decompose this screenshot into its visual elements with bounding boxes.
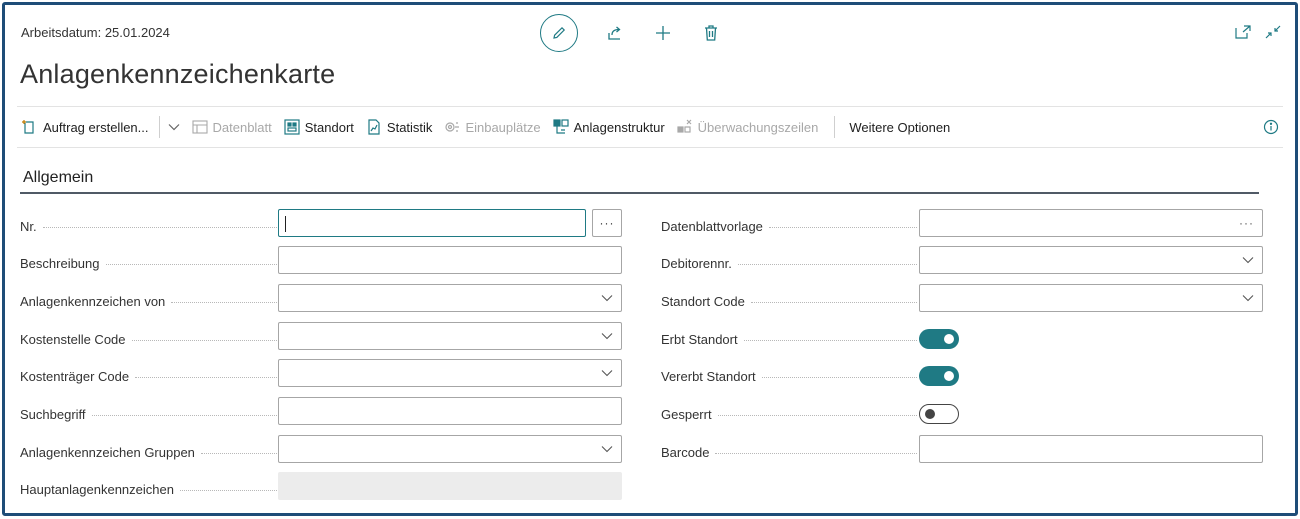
field-label-blocked: Gesperrt xyxy=(661,400,917,428)
statistics-icon xyxy=(366,119,382,135)
chevron-down-icon xyxy=(601,446,613,453)
datasheet-icon xyxy=(191,119,208,135)
installation-slots-action[interactable]: Einbauplätze xyxy=(444,119,541,135)
open-new-window-button[interactable] xyxy=(1235,25,1251,39)
ellipsis-icon: ··· xyxy=(599,216,615,230)
field-label-nr: Nr. xyxy=(20,212,277,240)
cost-center-select[interactable] xyxy=(278,322,622,350)
chevron-down-icon xyxy=(168,124,179,131)
chevron-down-icon xyxy=(1242,295,1254,302)
field-label-description: Beschreibung xyxy=(20,249,277,277)
more-options-label: Weitere Optionen xyxy=(849,119,951,135)
equipment-from-select[interactable] xyxy=(278,284,622,312)
ellipsis-icon[interactable]: ··· xyxy=(1239,216,1254,230)
field-label-passes-location: Vererbt Standort xyxy=(661,362,917,390)
toggle-knob xyxy=(944,371,954,381)
statistics-label: Statistik xyxy=(386,119,433,135)
top-actions xyxy=(540,13,722,53)
structure-icon xyxy=(553,119,569,135)
field-label-main-equipment: Hauptanlagenkennzeichen xyxy=(20,475,277,503)
nr-input[interactable] xyxy=(278,209,586,237)
installation-slots-label: Einbauplätze xyxy=(465,119,541,135)
action-bar: Auftrag erstellen... Datenblatt Standort xyxy=(17,106,1283,148)
barcode-input[interactable] xyxy=(919,435,1263,463)
toggle-knob xyxy=(944,334,954,344)
equipment-groups-select[interactable] xyxy=(278,435,622,463)
more-options-action[interactable]: Weitere Optionen xyxy=(849,120,950,135)
toggle-knob xyxy=(925,408,935,419)
field-label-equipment-from: Anlagenkennzeichen von xyxy=(20,287,277,315)
work-date: Arbeitsdatum: 25.01.2024 xyxy=(21,25,170,40)
create-order-action[interactable]: Auftrag erstellen... xyxy=(22,119,149,135)
main-equipment-field xyxy=(278,472,622,500)
monitoring-lines-label: Überwachungszeilen xyxy=(697,119,819,135)
section-divider xyxy=(20,192,1259,194)
field-label-search-term: Suchbegriff xyxy=(20,400,277,428)
collapse-button[interactable] xyxy=(1265,25,1281,39)
blocked-toggle[interactable] xyxy=(919,404,959,424)
location-icon xyxy=(284,119,300,135)
customer-no-select[interactable] xyxy=(919,246,1263,274)
datasheet-label: Datenblatt xyxy=(212,119,272,135)
nr-assist-button[interactable]: ··· xyxy=(592,209,622,237)
share-button[interactable] xyxy=(604,22,626,44)
cost-object-select[interactable] xyxy=(278,359,622,387)
field-label-customer-no: Debitorennr. xyxy=(661,249,917,277)
field-label-cost-center: Kostenstelle Code xyxy=(20,325,277,353)
share-icon xyxy=(608,26,621,40)
description-input[interactable] xyxy=(278,246,622,274)
new-button[interactable] xyxy=(652,22,674,44)
new-document-icon xyxy=(22,119,38,135)
delete-button[interactable] xyxy=(700,22,722,44)
datasheet-template-lookup[interactable]: ··· xyxy=(919,209,1263,237)
create-order-label: Auftrag erstellen... xyxy=(43,119,149,135)
page-frame: Arbeitsdatum: 25.01.2024 Anlagenkennzeic… xyxy=(2,2,1298,516)
field-label-cost-object: Kostenträger Code xyxy=(20,362,277,390)
chevron-down-icon xyxy=(1242,257,1254,264)
field-label-datasheet-template: Datenblattvorlage xyxy=(661,212,917,240)
monitoring-lines-action[interactable]: Überwachungszeilen xyxy=(677,119,819,135)
collapse-icon xyxy=(1265,25,1281,39)
text-cursor xyxy=(285,216,286,232)
location-label: Standort xyxy=(304,119,354,135)
chevron-down-icon xyxy=(601,333,613,340)
structure-action[interactable]: Anlagenstruktur xyxy=(553,119,665,135)
location-code-select[interactable] xyxy=(919,284,1263,312)
statistics-action[interactable]: Statistik xyxy=(366,119,433,135)
search-term-input[interactable] xyxy=(278,397,622,425)
more-create-options-button[interactable] xyxy=(168,123,180,131)
field-label-location-code: Standort Code xyxy=(661,287,917,315)
structure-label: Anlagenstruktur xyxy=(573,119,665,135)
delete-icon xyxy=(705,25,717,41)
field-label-inherits-location: Erbt Standort xyxy=(661,325,917,353)
monitoring-icon xyxy=(677,119,693,135)
toolbar-divider xyxy=(834,116,836,138)
field-label-barcode: Barcode xyxy=(661,438,917,466)
installation-slots-icon xyxy=(444,119,460,135)
open-new-window-icon xyxy=(1235,25,1251,39)
toolbar-divider xyxy=(158,116,160,138)
field-label-equipment-groups: Anlagenkennzeichen Gruppen xyxy=(20,438,277,466)
section-title-general[interactable]: Allgemein xyxy=(23,169,93,187)
info-icon[interactable] xyxy=(1263,119,1279,138)
corner-actions xyxy=(1235,25,1281,39)
chevron-down-icon xyxy=(601,370,613,377)
location-action[interactable]: Standort xyxy=(284,119,354,135)
inherits-location-toggle[interactable] xyxy=(919,329,959,349)
passes-location-toggle[interactable] xyxy=(919,366,959,386)
datasheet-action[interactable]: Datenblatt xyxy=(191,119,272,135)
chevron-down-icon xyxy=(601,295,613,302)
edit-icon xyxy=(553,26,566,39)
page-title: Anlagenkennzeichenkarte xyxy=(20,59,336,89)
new-icon xyxy=(656,26,670,40)
edit-button[interactable] xyxy=(540,14,578,52)
